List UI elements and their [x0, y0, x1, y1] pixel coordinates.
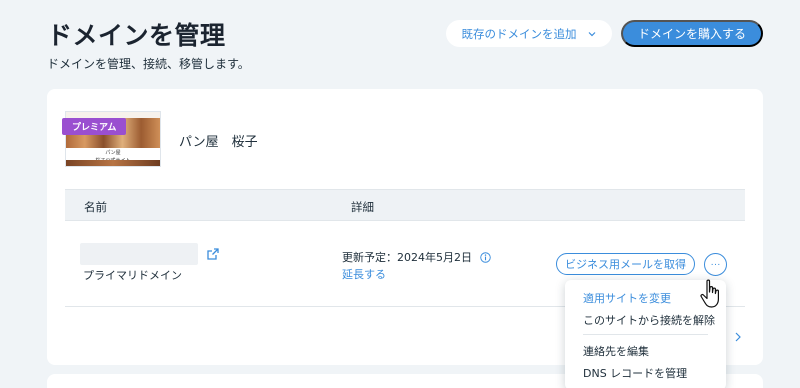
buy-domain-button[interactable]: ドメインを購入する: [621, 20, 763, 47]
table-header: 名前 詳細: [65, 189, 745, 221]
chevron-down-icon: [588, 31, 595, 36]
column-header-name: 名前: [84, 200, 107, 214]
more-actions-button[interactable]: ···: [704, 253, 727, 276]
hand-cursor-icon: [700, 279, 719, 308]
info-icon[interactable]: [480, 251, 491, 263]
site-name: パン屋 桜子: [179, 135, 258, 150]
extend-link[interactable]: 延長する: [342, 266, 386, 282]
add-existing-domain-button[interactable]: 既存のドメインを追加: [446, 20, 612, 47]
chevron-right-icon[interactable]: [734, 332, 742, 342]
page-title: ドメインを管理: [47, 21, 226, 50]
renewal-date: 更新予定：2024年5月2日: [342, 251, 472, 264]
get-business-email-button[interactable]: ビジネス用メールを取得: [556, 253, 695, 275]
external-link-icon[interactable]: [207, 248, 219, 260]
menu-item-edit-contacts[interactable]: 連絡先を編集: [583, 343, 649, 359]
renewal-info: 更新予定：2024年5月2日: [342, 249, 491, 265]
menu-item-change-site[interactable]: 適用サイトを変更: [583, 290, 671, 306]
premium-badge: プレミアム: [62, 118, 127, 135]
add-existing-domain-label: 既存のドメインを追加: [461, 28, 577, 41]
domain-name-redacted: [80, 243, 198, 265]
menu-divider: [583, 334, 708, 335]
primary-domain-label: プライマリドメイン: [83, 269, 182, 282]
page-subtitle: ドメインを管理、接続、移管します。: [47, 57, 250, 71]
menu-item-manage-dns[interactable]: DNS レコードを管理: [583, 365, 687, 381]
thumbnail-line-1: パン屋: [105, 150, 121, 156]
column-header-details: 詳細: [351, 200, 374, 214]
menu-item-disconnect[interactable]: このサイトから接続を解除: [583, 312, 715, 328]
